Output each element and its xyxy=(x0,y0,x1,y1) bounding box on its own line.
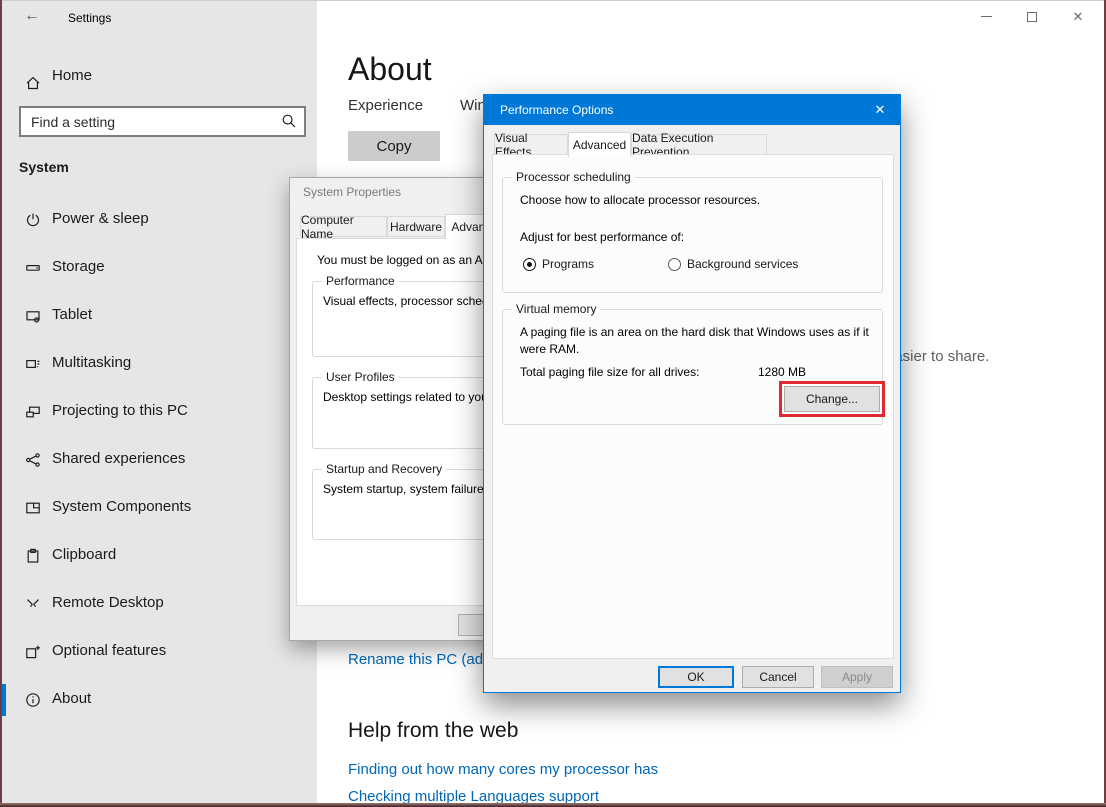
sidebar-item-shared-experiences[interactable]: Shared experiences xyxy=(2,436,317,484)
performance-options-dialog: Performance Options ✕ Visual Effects Adv… xyxy=(483,94,901,693)
minimize-icon xyxy=(981,16,992,17)
total-paging-label: Total paging file size for all drives: xyxy=(520,365,699,379)
sidebar-item-optional-features[interactable]: Optional features xyxy=(2,628,317,676)
sidebar-item-clipboard[interactable]: Clipboard xyxy=(2,532,317,580)
ok-button[interactable]: OK xyxy=(658,666,734,688)
group-text: Visual effects, processor schedulin xyxy=(323,294,507,308)
advanced-tab-page: Processor scheduling Choose how to alloc… xyxy=(492,154,894,659)
apply-button: Apply xyxy=(821,666,893,688)
help-link-languages[interactable]: Checking multiple Languages support xyxy=(348,788,599,803)
tab-hardware[interactable]: Hardware xyxy=(387,216,445,237)
remote-desktop-icon xyxy=(25,596,41,612)
search-input[interactable] xyxy=(21,108,304,135)
settings-window: ← Settings Home System xyxy=(2,0,1104,803)
experience-value-partial: Win xyxy=(460,97,486,114)
maximize-button[interactable] xyxy=(1009,1,1055,32)
total-paging-value: 1280 MB xyxy=(758,365,806,379)
projecting-icon xyxy=(25,404,41,420)
virtual-memory-description: A paging file is an area on the hard dis… xyxy=(520,324,876,358)
occluded-page-text: easier to share. xyxy=(886,348,989,365)
maximize-icon xyxy=(1027,12,1037,22)
change-button[interactable]: Change... xyxy=(784,386,880,412)
experience-label: Experience xyxy=(348,97,423,114)
adjust-label: Adjust for best performance of: xyxy=(520,230,684,244)
close-button[interactable]: ✕ xyxy=(1055,1,1101,32)
sidebar-item-about[interactable]: About xyxy=(2,676,317,724)
sidebar-item-power-sleep[interactable]: Power & sleep xyxy=(2,196,317,244)
copy-button[interactable]: Copy xyxy=(348,131,440,161)
sidebar-item-multitasking[interactable]: Multitasking xyxy=(2,340,317,388)
desktop-edge xyxy=(0,803,1106,807)
sidebar-item-tablet[interactable]: Tablet xyxy=(2,292,317,340)
radio-programs-label[interactable]: Programs xyxy=(542,257,594,271)
tab-advanced[interactable]: Advanced xyxy=(568,132,631,157)
virtual-memory-group: Virtual memory A paging file is an area … xyxy=(502,309,883,425)
sidebar-section-system: System xyxy=(19,159,69,175)
about-icon xyxy=(25,692,41,708)
group-label: Processor scheduling xyxy=(512,170,635,184)
search-box xyxy=(19,106,306,137)
multitasking-icon xyxy=(25,356,41,372)
sidebar-item-remote-desktop[interactable]: Remote Desktop xyxy=(2,580,317,628)
processor-scheduling-group: Processor scheduling Choose how to alloc… xyxy=(502,177,883,293)
group-label: Startup and Recovery xyxy=(322,462,446,476)
clipboard-icon xyxy=(25,548,41,564)
window-title: Settings xyxy=(68,11,111,25)
close-icon: ✕ xyxy=(1073,10,1084,23)
group-label: Virtual memory xyxy=(512,302,600,316)
back-button[interactable]: ← xyxy=(24,7,40,25)
dialog-title: System Properties xyxy=(303,178,401,206)
minimize-button[interactable] xyxy=(963,1,1009,32)
tab-visual-effects[interactable]: Visual Effects xyxy=(494,134,568,155)
dialog-title: Performance Options xyxy=(500,95,613,125)
sidebar-item-home[interactable]: Home xyxy=(2,59,317,107)
sidebar-item-system-components[interactable]: System Components xyxy=(2,484,317,532)
admin-notice: You must be logged on as an Admin xyxy=(317,253,509,267)
radio-background-services-label[interactable]: Background services xyxy=(687,257,798,271)
processor-description: Choose how to allocate processor resourc… xyxy=(520,193,760,207)
settings-sidebar: ← Settings Home System xyxy=(2,1,317,803)
shared-experiences-icon xyxy=(25,452,41,468)
page-title: About xyxy=(348,51,432,88)
tab-computer-name[interactable]: Computer Name xyxy=(300,216,387,237)
storage-icon xyxy=(25,260,41,276)
red-highlight-annotation: Change... xyxy=(779,381,885,417)
sidebar-nav: Power & sleep Storage Tablet xyxy=(2,196,317,724)
tablet-icon xyxy=(25,308,41,324)
search-icon[interactable] xyxy=(281,113,297,129)
tab-data-execution-prevention[interactable]: Data Execution Prevention xyxy=(631,134,767,155)
dialog-titlebar: Performance Options ✕ xyxy=(484,95,900,125)
radio-programs[interactable] xyxy=(523,258,536,271)
help-link-cores[interactable]: Finding out how many cores my processor … xyxy=(348,761,658,778)
group-label: User Profiles xyxy=(322,370,399,384)
power-icon xyxy=(25,212,41,228)
optional-features-icon xyxy=(25,644,41,660)
home-icon xyxy=(25,75,41,91)
dialog-close-button[interactable]: ✕ xyxy=(860,95,900,125)
system-components-icon xyxy=(25,500,41,516)
sidebar-item-storage[interactable]: Storage xyxy=(2,244,317,292)
cancel-button[interactable]: Cancel xyxy=(742,666,814,688)
radio-background-services[interactable] xyxy=(668,258,681,271)
sidebar-item-projecting[interactable]: Projecting to this PC xyxy=(2,388,317,436)
help-heading: Help from the web xyxy=(348,719,518,743)
sidebar-item-label: Home xyxy=(52,67,92,84)
desktop: ← Settings Home System xyxy=(0,0,1106,807)
window-controls: ✕ xyxy=(963,1,1101,32)
group-label: Performance xyxy=(322,274,399,288)
